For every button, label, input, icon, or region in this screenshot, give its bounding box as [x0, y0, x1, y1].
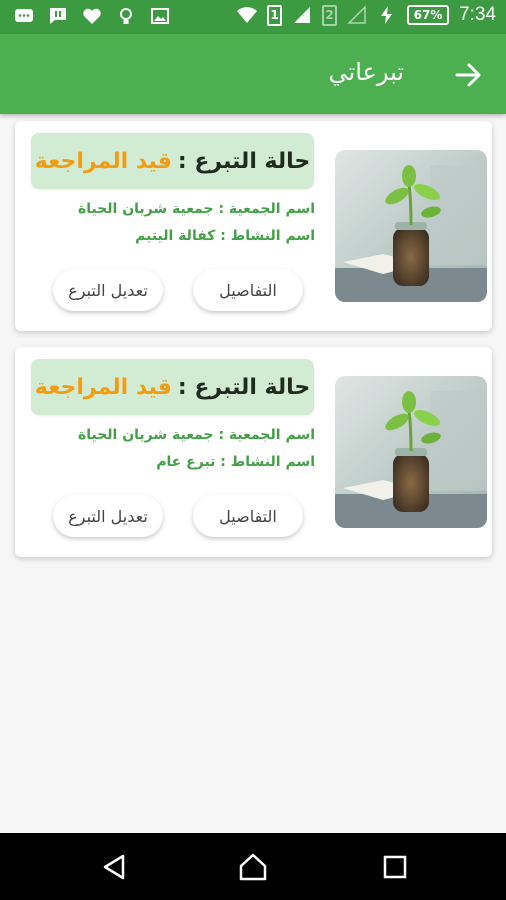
- status-label: حالة التبرع :: [177, 148, 311, 174]
- page-title: تبرعاتي: [328, 58, 404, 86]
- donation-image: [335, 150, 487, 302]
- arrow-right-icon[interactable]: [454, 60, 484, 90]
- status-value: قيد المراجعة: [34, 374, 172, 400]
- message-icon: [48, 6, 68, 26]
- sim2-icon: 2: [322, 4, 338, 26]
- battery-indicator: 67%: [407, 5, 450, 25]
- donation-card: حالة التبرع : قيد المراجعة اسم الجمعية :…: [15, 121, 492, 331]
- donation-status: حالة التبرع : قيد المراجعة: [31, 133, 314, 189]
- charging-icon: [377, 5, 397, 25]
- association-name: اسم الجمعية : جمعية شريان الحياة: [77, 201, 315, 217]
- status-bar: 1 2 67% 7:34: [0, 0, 506, 34]
- recent-apps-icon[interactable]: [380, 852, 410, 882]
- wifi-icon: [237, 5, 258, 25]
- chat-icon: [14, 6, 34, 26]
- association-name: اسم الجمعية : جمعية شريان الحياة: [77, 427, 315, 443]
- bulb-icon: [116, 6, 136, 26]
- details-button[interactable]: التفاصيل: [193, 269, 303, 311]
- donation-status: حالة التبرع : قيد المراجعة: [31, 359, 314, 415]
- signal-empty-icon: [347, 5, 367, 25]
- notification-icons: [14, 6, 170, 26]
- activity-name: اسم النشاط : تبرع عام: [156, 454, 315, 470]
- edit-donation-button[interactable]: تعديل التبرع: [53, 495, 163, 537]
- signal-icon: [292, 5, 312, 25]
- edit-donation-button[interactable]: تعديل التبرع: [53, 269, 163, 311]
- heart-icon: [82, 6, 102, 26]
- system-icons: 1 2 67% 7:34: [237, 4, 496, 26]
- app-bar: تبرعاتي: [0, 34, 506, 114]
- home-icon[interactable]: [238, 852, 268, 882]
- sim1-icon: 1: [267, 4, 283, 26]
- system-nav-bar: [0, 833, 506, 900]
- status-label: حالة التبرع :: [177, 374, 311, 400]
- details-button[interactable]: التفاصيل: [193, 495, 303, 537]
- donation-image: [335, 376, 487, 528]
- image-icon: [150, 6, 170, 26]
- back-triangle-icon[interactable]: [99, 852, 129, 882]
- activity-name: اسم النشاط : كفالة اليتيم: [135, 228, 315, 244]
- clock: 7:34: [459, 4, 496, 25]
- status-value: قيد المراجعة: [34, 148, 172, 174]
- donation-card: حالة التبرع : قيد المراجعة اسم الجمعية :…: [15, 347, 492, 557]
